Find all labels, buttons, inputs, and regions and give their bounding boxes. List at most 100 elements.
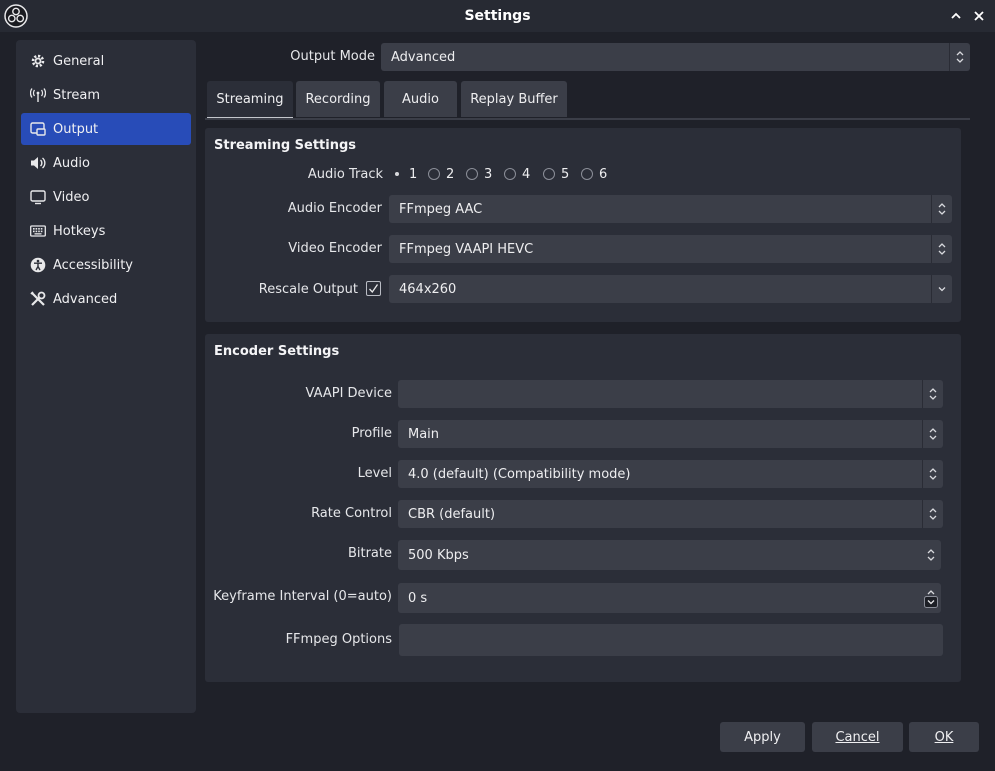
chevron-up-icon[interactable] xyxy=(926,547,936,555)
audio-track-radio-2[interactable] xyxy=(428,168,440,180)
audio-track-radio-3[interactable] xyxy=(466,168,478,180)
rate-control-label: Rate Control xyxy=(311,506,392,521)
updown-arrows-icon xyxy=(922,380,943,408)
spin-arrows[interactable] xyxy=(921,540,941,570)
rate-control-value: CBR (default) xyxy=(408,506,496,522)
chevron-down-icon[interactable] xyxy=(924,596,938,608)
close-button[interactable] xyxy=(969,6,989,26)
sidebar-item-advanced[interactable]: Advanced xyxy=(21,283,191,315)
sidebar-item-output[interactable]: Output xyxy=(21,113,191,145)
updown-arrows-icon xyxy=(931,195,952,223)
bitrate-spinbox[interactable]: 500 Kbps xyxy=(398,540,941,570)
rescale-output-checkbox[interactable] xyxy=(366,281,381,296)
audio-track-label: Audio Track xyxy=(307,167,383,182)
audio-track-option-label: 2 xyxy=(446,167,455,182)
sidebar-item-label: Accessibility xyxy=(53,257,133,273)
sidebar-item-label: Advanced xyxy=(53,291,118,307)
bitrate-value: 500 Kbps xyxy=(408,547,469,563)
apply-button-label: Apply xyxy=(744,729,781,745)
level-label: Level xyxy=(357,466,392,481)
updown-arrows-icon xyxy=(949,43,970,71)
ffmpeg-options-label: FFmpeg Options xyxy=(285,632,392,647)
monitor-icon xyxy=(29,188,47,206)
updown-arrows-icon xyxy=(922,500,943,528)
tab-streaming[interactable]: Streaming xyxy=(207,81,293,119)
level-select[interactable]: 4.0 (default) (Compatibility mode) xyxy=(398,460,943,488)
tab-recording[interactable]: Recording xyxy=(296,81,380,117)
encoder-settings-title: Encoder Settings xyxy=(214,344,340,359)
audio-track-radio-5[interactable] xyxy=(543,168,555,180)
settings-sidebar: General Stream Output Audio Video Hotkey… xyxy=(16,40,196,713)
audio-encoder-select[interactable]: FFmpeg AAC xyxy=(389,195,952,223)
chevron-down-icon[interactable] xyxy=(926,555,936,563)
sidebar-item-hotkeys[interactable]: Hotkeys xyxy=(21,215,191,247)
audio-track-option-label: 4 xyxy=(522,167,531,182)
bitrate-label: Bitrate xyxy=(347,546,392,561)
video-encoder-select[interactable]: FFmpeg VAAPI HEVC xyxy=(389,235,952,263)
audio-track-radio-4[interactable] xyxy=(504,168,516,180)
keyframe-interval-label: Keyframe Interval (0=auto) xyxy=(213,589,392,604)
sidebar-item-label: General xyxy=(53,53,105,69)
rate-control-select[interactable]: CBR (default) xyxy=(398,500,943,528)
obs-logo-icon xyxy=(4,4,28,28)
sidebar-item-accessibility[interactable]: Accessibility xyxy=(21,249,191,281)
audio-track-radio-6[interactable] xyxy=(581,168,593,180)
chevron-up-icon xyxy=(951,12,961,19)
minimize-button[interactable] xyxy=(946,6,966,26)
sidebar-item-label: Output xyxy=(53,121,99,137)
audio-encoder-value: FFmpeg AAC xyxy=(399,201,483,217)
title-bar: Settings xyxy=(0,0,995,32)
keyframe-interval-spinbox[interactable]: 0 s xyxy=(398,583,941,613)
updown-arrows-icon xyxy=(931,235,952,263)
profile-select[interactable]: Main xyxy=(398,420,943,448)
ok-button[interactable]: OK xyxy=(909,722,979,752)
apply-button[interactable]: Apply xyxy=(720,722,805,752)
updown-arrows-icon xyxy=(922,460,943,488)
ok-button-label: OK xyxy=(934,729,954,745)
video-encoder-label: Video Encoder xyxy=(288,241,382,256)
tools-icon xyxy=(29,290,47,308)
output-mode-select[interactable]: Advanced xyxy=(381,43,970,71)
keyboard-icon xyxy=(29,222,47,240)
cancel-button[interactable]: Cancel xyxy=(812,722,903,752)
streaming-settings-title: Streaming Settings xyxy=(214,138,357,153)
sidebar-item-label: Stream xyxy=(53,87,101,103)
audio-track-option-label: 1 xyxy=(409,167,418,182)
sidebar-item-stream[interactable]: Stream xyxy=(21,79,191,111)
output-mode-value: Advanced xyxy=(391,49,456,65)
close-icon xyxy=(974,11,984,21)
chevron-up-icon[interactable] xyxy=(926,588,936,596)
accessibility-icon xyxy=(29,256,47,274)
cancel-button-label: Cancel xyxy=(835,729,880,745)
rescale-output-label: Rescale Output xyxy=(258,282,358,297)
profile-value: Main xyxy=(408,426,440,442)
tab-audio[interactable]: Audio xyxy=(384,81,457,117)
sidebar-item-audio[interactable]: Audio xyxy=(21,147,191,179)
speaker-icon xyxy=(29,154,47,172)
video-encoder-value: FFmpeg VAAPI HEVC xyxy=(399,241,534,257)
sidebar-item-label: Hotkeys xyxy=(53,223,106,239)
vaapi-device-select[interactable] xyxy=(398,380,943,408)
window-title: Settings xyxy=(464,8,531,24)
output-icon xyxy=(29,120,47,138)
audio-track-radio-1[interactable] xyxy=(391,168,403,180)
audio-track-option-label: 5 xyxy=(561,167,570,182)
audio-track-option-label: 6 xyxy=(599,167,608,182)
level-value: 4.0 (default) (Compatibility mode) xyxy=(408,466,631,482)
chevron-down-icon xyxy=(931,275,952,303)
rescale-output-value: 464x260 xyxy=(399,281,457,297)
keyframe-interval-value: 0 s xyxy=(408,590,428,606)
audio-encoder-label: Audio Encoder xyxy=(287,201,382,216)
tab-replay-buffer[interactable]: Replay Buffer xyxy=(461,81,567,117)
audio-track-option-label: 3 xyxy=(484,167,493,182)
sidebar-item-video[interactable]: Video xyxy=(21,181,191,213)
sidebar-item-general[interactable]: General xyxy=(21,45,191,77)
tab-divider xyxy=(205,118,970,120)
antenna-icon xyxy=(29,86,47,104)
updown-arrows-icon xyxy=(922,420,943,448)
spin-arrows[interactable] xyxy=(921,583,941,613)
rescale-output-select[interactable]: 464x260 xyxy=(389,275,952,303)
sidebar-item-label: Video xyxy=(53,189,90,205)
ffmpeg-options-input[interactable] xyxy=(399,624,943,656)
gear-icon xyxy=(29,52,47,70)
